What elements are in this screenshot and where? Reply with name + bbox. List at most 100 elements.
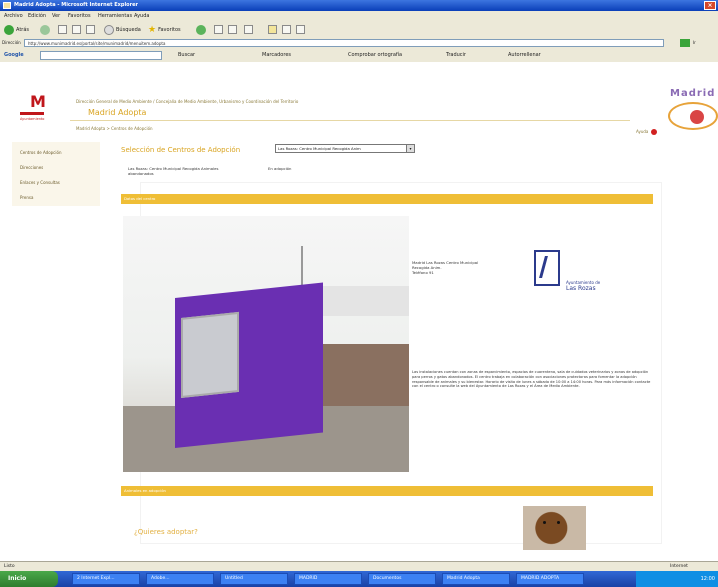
- madrid-m-logo[interactable]: M: [30, 92, 46, 111]
- favorites-button[interactable]: ★ Favoritos: [148, 24, 181, 35]
- toolbar: Atrás Búsqueda ★ Favoritos: [0, 21, 718, 39]
- google-translate[interactable]: Traducir: [446, 52, 466, 58]
- menu-help[interactable]: Ayuda: [134, 13, 149, 19]
- center-photo: [123, 216, 409, 472]
- edit-icon: [244, 25, 253, 34]
- task-button-4[interactable]: MADRID: [294, 573, 362, 585]
- start-button[interactable]: Inicio: [0, 571, 58, 587]
- task-button-2[interactable]: Adobe...: [146, 573, 214, 585]
- adopt-question[interactable]: ¿Quieres adoptar?: [134, 528, 198, 536]
- task-button-1[interactable]: 2 Internet Expl...: [72, 573, 140, 585]
- edit-button[interactable]: [244, 24, 253, 35]
- back-arrow-icon: [4, 24, 14, 35]
- logo-underline: [20, 112, 44, 115]
- menu-view[interactable]: Ver: [52, 13, 60, 19]
- menu-file[interactable]: Archivo: [4, 13, 23, 19]
- history-button[interactable]: [196, 24, 206, 35]
- menu-tools[interactable]: Herramientas: [98, 13, 132, 19]
- search-icon: [104, 24, 114, 35]
- breadcrumb[interactable]: Madrid Adopta > Centros de Adopción: [76, 126, 153, 131]
- go-button[interactable]: Ir: [693, 40, 696, 45]
- media-icon: [282, 25, 291, 34]
- menu-favorites[interactable]: Favoritos: [68, 13, 91, 19]
- chevron-down-icon: ▾: [406, 145, 414, 152]
- media-button[interactable]: [282, 24, 291, 35]
- section-bar-center: Datos del centro: [121, 194, 653, 204]
- google-spellcheck[interactable]: Comprobar ortografía: [348, 52, 402, 58]
- google-label: Google: [4, 52, 24, 58]
- menu-edit[interactable]: Edición: [28, 13, 46, 19]
- center-note: En adopción: [268, 166, 292, 171]
- home-icon: [86, 25, 95, 34]
- address-input[interactable]: http://www.munimadrid.es/portal/site/mun…: [24, 39, 664, 47]
- refresh-button[interactable]: [72, 24, 81, 35]
- print-icon: [228, 25, 237, 34]
- status-text: Listo: [4, 564, 15, 569]
- task-button-3[interactable]: Untitled: [220, 573, 288, 585]
- center-select-value: Las Rozas: Centro Municipal Recogida Ani…: [278, 146, 361, 151]
- stop-icon: [58, 25, 67, 34]
- sidebar-item-direcciones[interactable]: Direcciones: [20, 165, 98, 170]
- status-zone: Internet: [670, 564, 688, 569]
- section-bar-center-label: Datos del centro: [124, 196, 156, 201]
- back-label: Atrás: [16, 26, 30, 33]
- center-select[interactable]: Las Rozas: Centro Municipal Recogida Ani…: [275, 144, 415, 153]
- address-line-3: Teléfono 91: [412, 270, 434, 275]
- window-title: Madrid Adopta - Microsoft Internet Explo…: [14, 2, 138, 8]
- clock[interactable]: 12:00: [701, 576, 715, 582]
- section-title: Selección de Centros de Adopción: [121, 146, 241, 154]
- back-button[interactable]: Atrás: [4, 24, 29, 35]
- sidebar-item-centros[interactable]: Centros de Adopción: [20, 150, 98, 155]
- forward-button[interactable]: [40, 24, 50, 35]
- google-search-button[interactable]: Buscar: [178, 52, 195, 58]
- help-link[interactable]: Ayuda: [636, 129, 648, 134]
- las-rozas-line-2: Las Rozas: [566, 285, 596, 292]
- logo-caption: Ayuntamiento: [20, 117, 45, 121]
- home-button[interactable]: [86, 24, 95, 35]
- taskbar: Inicio 2 Internet Expl... Adobe... Untit…: [0, 571, 718, 587]
- google-search-input[interactable]: [40, 51, 162, 60]
- section-bar-adoption-label: Animales en adopción: [124, 488, 166, 493]
- task-button-7[interactable]: MADRID ADOPTA: [516, 573, 584, 585]
- stop-button[interactable]: [58, 24, 67, 35]
- photo-building: [323, 286, 409, 316]
- google-toolbar: Google Buscar Marcadores Comprobar ortog…: [0, 49, 718, 63]
- search-button[interactable]: Búsqueda: [104, 24, 141, 35]
- search-label: Búsqueda: [116, 26, 141, 33]
- print-button[interactable]: [228, 24, 237, 35]
- close-button[interactable]: ×: [704, 1, 716, 10]
- header-rule: [70, 120, 630, 121]
- star-icon: ★: [148, 24, 157, 35]
- go-arrow-icon[interactable]: [680, 39, 690, 47]
- directorate-text: Dirección General de Medio Ambiente / Co…: [76, 99, 299, 104]
- center-description: Las instalaciones cuentan con zonas de e…: [412, 370, 651, 389]
- messenger-button[interactable]: [268, 24, 277, 35]
- address-url: http://www.munimadrid.es/portal/site/mun…: [28, 41, 166, 46]
- folder-icon: [268, 25, 277, 34]
- mail-button[interactable]: [214, 24, 223, 35]
- las-rozas-logo-text: Ayuntamiento de Las Rozas: [566, 280, 600, 292]
- task-button-6[interactable]: Madrid Adopta: [442, 573, 510, 585]
- section-bar-adoption: Animales en adopción: [121, 486, 653, 496]
- refresh-icon: [72, 25, 81, 34]
- sidebar-item-enlaces[interactable]: Enlaces y Consultas: [20, 180, 98, 185]
- sidebar-item-prensa[interactable]: Prensa: [20, 195, 98, 200]
- center-name: Las Rozas: Centro Municipal Recogida Ani…: [128, 166, 219, 176]
- madrid-logo-text: Madrid: [670, 88, 716, 99]
- mail-icon: [214, 25, 223, 34]
- help-icon[interactable]: [651, 129, 657, 135]
- las-rozas-logo: [534, 250, 560, 286]
- research-button[interactable]: [296, 24, 305, 35]
- site-brand[interactable]: Madrid Adopta: [88, 108, 146, 117]
- task-button-5[interactable]: Documentos: [368, 573, 436, 585]
- web-page: M Ayuntamiento Dirección General de Medi…: [0, 62, 718, 561]
- forward-arrow-icon: [40, 24, 50, 35]
- window-title-bar: Madrid Adopta - Microsoft Internet Explo…: [0, 0, 718, 11]
- madrid-logo-dot: [690, 110, 704, 124]
- google-bookmarks[interactable]: Marcadores: [262, 52, 291, 58]
- favorites-label: Favoritos: [158, 26, 181, 33]
- photo-window: [181, 311, 239, 398]
- dog-photo[interactable]: [523, 506, 586, 550]
- google-autofill[interactable]: Autorrellenar: [508, 52, 541, 58]
- research-icon: [296, 25, 305, 34]
